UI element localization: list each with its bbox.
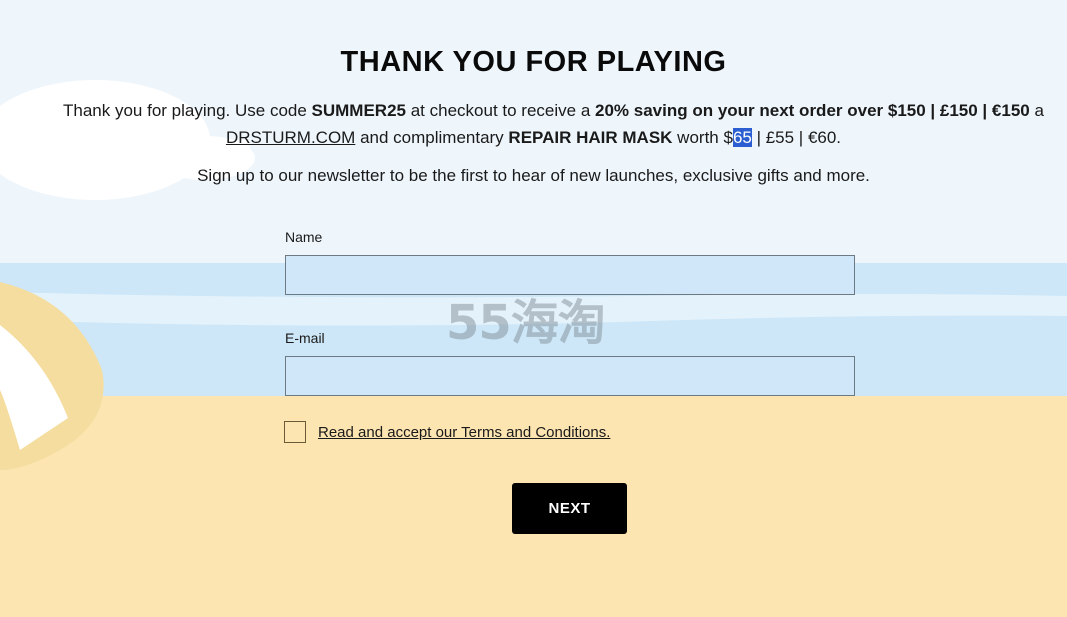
promo-line-1: Thank you for playing. Use code SUMMER25… [63,101,1044,121]
promo-code: SUMMER25 [311,101,406,120]
name-label: Name [285,229,323,245]
promo-text: | £55 | €60. [751,128,842,147]
newsletter-subtitle: Sign up to our newsletter to be the firs… [197,166,870,185]
promo-offer: 20% saving on your next order over $150 … [595,101,1030,120]
site-link[interactable]: DRSTURM.COM [226,128,355,147]
promo-gift: REPAIR HAIR MASK [508,128,673,147]
terms-checkbox[interactable] [284,421,306,443]
next-button[interactable]: NEXT [512,483,627,534]
email-label: E-mail [285,330,325,346]
promo-text: a [1029,101,1044,120]
promo-text: at checkout to receive a [406,101,595,120]
promo-line-2: DRSTURM.COM and complimentary REPAIR HAI… [0,128,1067,148]
email-field[interactable] [285,356,855,396]
promo-text: Thank you for playing. Use code [63,101,312,120]
selected-price-text: 65 [732,128,752,147]
terms-link[interactable]: Read and accept our Terms and Conditions… [318,424,610,441]
promo-text: and complimentary [355,128,509,147]
promo-text: worth $ [672,128,733,147]
page-title: THANK YOU FOR PLAYING [340,46,727,78]
name-field[interactable] [285,255,855,295]
